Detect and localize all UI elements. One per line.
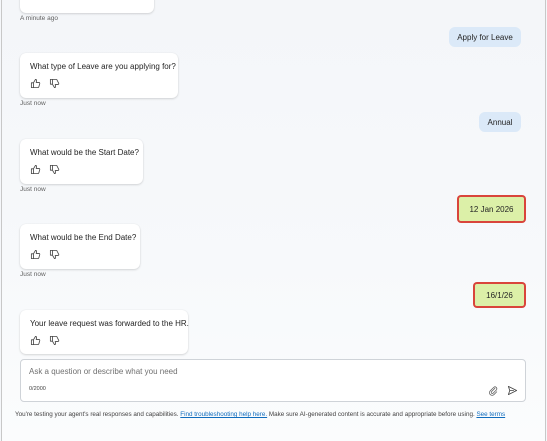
see-terms-link[interactable]: See terms (476, 411, 505, 418)
send-icon[interactable] (507, 385, 518, 396)
troubleshooting-link[interactable]: Find troubleshooting help here. (180, 411, 267, 418)
thumbs-down-icon[interactable] (49, 249, 60, 260)
user-message-bubble: Apply for Leave (449, 27, 521, 47)
bot-message-bubble: Your leave request was forwarded to the … (20, 310, 189, 354)
thumbs-down-icon[interactable] (49, 78, 60, 89)
disclaimer-text: Make sure AI-generated content is accura… (267, 411, 477, 418)
bot-message-bubble: What type of Leave are you applying for? (20, 53, 178, 98)
bot-message-text: What type of Leave are you applying for? (30, 62, 176, 71)
bot-message-text: What would be the End Date? (30, 233, 137, 242)
message-timestamp: Just now (20, 186, 46, 193)
bot-message-bubble: What would be the Start Date? (20, 139, 143, 184)
user-message-bubble-highlighted: 16/1/26 (475, 284, 524, 306)
message-composer[interactable]: Ask a question or describe what you need… (20, 359, 526, 402)
testing-disclaimer: You're testing your agent's real respons… (15, 410, 535, 420)
composer-placeholder[interactable]: Ask a question or describe what you need (29, 367, 178, 376)
character-counter: 0/2000 (29, 386, 46, 392)
paperclip-icon[interactable] (488, 385, 498, 396)
feedback-buttons (30, 164, 60, 175)
thumbs-up-icon[interactable] (30, 164, 41, 175)
thumbs-up-icon[interactable] (30, 249, 41, 260)
bot-message-text: What would be the Start Date? (30, 148, 139, 157)
message-timestamp: Just now (20, 100, 46, 107)
thumbs-up-icon[interactable] (30, 78, 41, 89)
message-timestamp: Just now (20, 271, 46, 278)
feedback-buttons (30, 78, 60, 89)
thumbs-down-icon[interactable] (49, 164, 60, 175)
user-message-bubble: Annual (479, 112, 521, 132)
disclaimer-text: You're testing your agent's real respons… (15, 411, 181, 418)
chat-window: A minute ago Apply for Leave What type o… (1, 0, 546, 441)
bot-message-bubble: What would be the End Date? (20, 224, 140, 269)
thumbs-down-icon[interactable] (49, 335, 60, 346)
feedback-buttons (30, 249, 60, 260)
bot-message-text: Your leave request was forwarded to the … (30, 319, 189, 328)
thumbs-up-icon[interactable] (30, 335, 41, 346)
bot-message-bubble (20, 0, 154, 13)
message-timestamp: A minute ago (20, 15, 58, 22)
user-message-bubble-highlighted: 12 Jan 2026 (459, 197, 524, 221)
feedback-buttons (30, 335, 60, 346)
